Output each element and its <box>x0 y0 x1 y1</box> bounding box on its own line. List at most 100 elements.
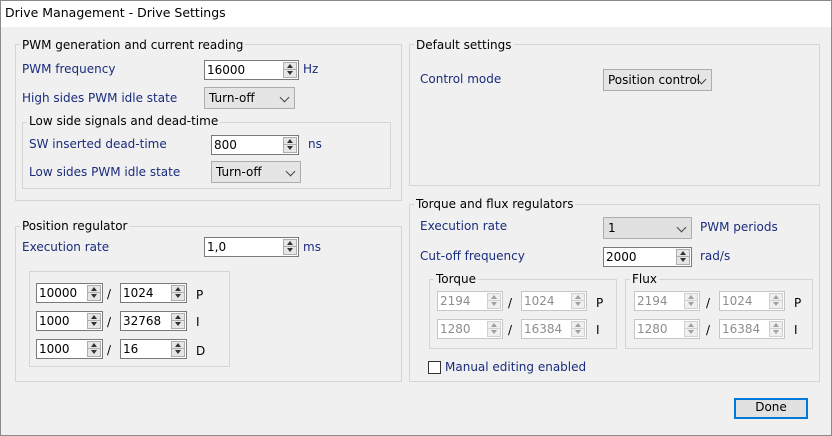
position-i-numerator[interactable]: 1000 <box>36 311 103 331</box>
spin-up-icon[interactable] <box>172 342 184 349</box>
position-i-label: I <box>196 315 200 329</box>
fraction-slash: / <box>107 315 112 329</box>
chevron-down-icon <box>285 166 296 177</box>
spin-down-icon <box>685 301 697 308</box>
deadtime-unit: ns <box>308 137 322 151</box>
torque-i-label: I <box>596 323 600 337</box>
spin-down-icon[interactable] <box>172 349 184 356</box>
fraction-slash: / <box>508 296 513 310</box>
position-p-numerator[interactable]: 10000 <box>36 283 103 303</box>
chevron-down-icon <box>676 222 687 233</box>
position-d-denominator[interactable]: 16 <box>120 339 187 359</box>
flux-p-numerator: 2194 <box>634 291 700 311</box>
spin-down-icon[interactable] <box>284 70 296 77</box>
spin-up-icon[interactable] <box>172 286 184 293</box>
low-idle-value: Turn-off <box>216 165 262 179</box>
spin-down-icon[interactable] <box>677 257 689 264</box>
spin-up-icon <box>488 294 500 301</box>
pwm-frequency-label: PWM frequency <box>22 62 116 76</box>
torque-p-denominator: 1024 <box>521 291 587 311</box>
tf-exec-label: Execution rate <box>420 219 508 233</box>
spin-up-icon[interactable] <box>88 314 100 321</box>
cutoff-spinbox[interactable]: 2000 <box>603 247 692 267</box>
spin-up-icon <box>685 294 697 301</box>
position-p-denominator[interactable]: 1024 <box>120 283 187 303</box>
control-mode-label: Control mode <box>420 72 502 86</box>
spin-up-icon <box>572 294 584 301</box>
high-idle-dropdown[interactable]: Turn-off <box>204 87 295 109</box>
spin-down-icon <box>770 301 782 308</box>
fraction-slash: / <box>508 323 513 337</box>
flux-i-label: I <box>794 323 798 337</box>
flux-title: Flux <box>630 272 659 286</box>
spin-down-icon <box>770 329 782 336</box>
drive-settings-window: Drive Management - Drive Settings PWM ge… <box>0 0 832 436</box>
torque-p-numerator: 2194 <box>437 291 503 311</box>
spin-up-icon[interactable] <box>284 240 296 247</box>
spin-up-icon[interactable] <box>284 138 296 145</box>
high-idle-label: High sides PWM idle state <box>22 91 178 105</box>
spin-up-icon <box>488 322 500 329</box>
spin-down-icon <box>685 329 697 336</box>
fraction-slash: / <box>107 287 112 301</box>
tf-exec-unit: PWM periods <box>700 220 778 234</box>
tf-exec-dropdown[interactable]: 1 <box>603 217 692 239</box>
control-mode-value: Position control <box>608 73 701 87</box>
pwm-frequency-value[interactable]: 16000 <box>207 62 281 78</box>
fraction-slash: / <box>706 296 711 310</box>
position-regulator-title: Position regulator <box>20 219 130 233</box>
low-idle-dropdown[interactable]: Turn-off <box>211 161 301 183</box>
spin-down-icon[interactable] <box>88 293 100 300</box>
cutoff-unit: rad/s <box>700 249 731 263</box>
high-idle-value: Turn-off <box>209 91 255 105</box>
spin-up-icon[interactable] <box>284 63 296 70</box>
pwm-group-title: PWM generation and current reading <box>20 38 246 52</box>
position-d-label: D <box>196 344 206 358</box>
fraction-slash: / <box>107 343 112 357</box>
low-idle-label: Low sides PWM idle state <box>29 165 181 179</box>
spin-up-icon <box>770 322 782 329</box>
torque-p-label: P <box>596 296 604 310</box>
torque-i-numerator: 1280 <box>437 319 503 339</box>
spin-down-icon <box>488 329 500 336</box>
position-i-denominator[interactable]: 32768 <box>120 311 187 331</box>
cutoff-value[interactable]: 2000 <box>606 249 674 265</box>
position-exec-spinbox[interactable]: 1,0 <box>204 237 299 257</box>
torque-flux-title: Torque and flux regulators <box>414 197 576 211</box>
spin-down-icon[interactable] <box>284 145 296 152</box>
spin-down-icon <box>572 329 584 336</box>
control-mode-dropdown[interactable]: Position control <box>603 69 712 91</box>
spin-down-icon[interactable] <box>88 349 100 356</box>
default-settings-group <box>409 44 820 186</box>
spin-up-icon[interactable] <box>677 250 689 257</box>
position-d-numerator[interactable]: 1000 <box>36 339 103 359</box>
done-button[interactable]: Done <box>734 398 808 419</box>
spin-down-icon <box>572 301 584 308</box>
manual-editing-label[interactable]: Manual editing enabled <box>445 359 586 375</box>
spin-down-icon[interactable] <box>284 247 296 254</box>
spin-down-icon[interactable] <box>172 293 184 300</box>
flux-i-denominator: 16384 <box>719 319 785 339</box>
fraction-slash: / <box>706 323 711 337</box>
spin-up-icon[interactable] <box>88 342 100 349</box>
spin-up-icon[interactable] <box>172 314 184 321</box>
deadtime-label: SW inserted dead-time <box>29 137 167 151</box>
spin-down-icon[interactable] <box>88 321 100 328</box>
deadtime-spinbox[interactable]: 800 <box>211 135 299 155</box>
cutoff-label: Cut-off frequency <box>420 249 525 263</box>
position-exec-label: Execution rate <box>22 240 110 254</box>
pwm-frequency-unit: Hz <box>303 62 319 76</box>
low-side-group-title: Low side signals and dead-time <box>27 114 221 128</box>
position-exec-value[interactable]: 1,0 <box>207 239 281 255</box>
spin-down-icon <box>488 301 500 308</box>
spin-up-icon <box>685 322 697 329</box>
spin-up-icon <box>572 322 584 329</box>
pwm-frequency-spinbox[interactable]: 16000 <box>204 60 299 80</box>
manual-editing-checkbox[interactable] <box>428 361 441 374</box>
deadtime-value[interactable]: 800 <box>214 137 281 153</box>
spin-up-icon <box>770 294 782 301</box>
spin-down-icon[interactable] <box>172 321 184 328</box>
torque-i-denominator: 16384 <box>521 319 587 339</box>
spin-up-icon[interactable] <box>88 286 100 293</box>
flux-p-denominator: 1024 <box>719 291 785 311</box>
